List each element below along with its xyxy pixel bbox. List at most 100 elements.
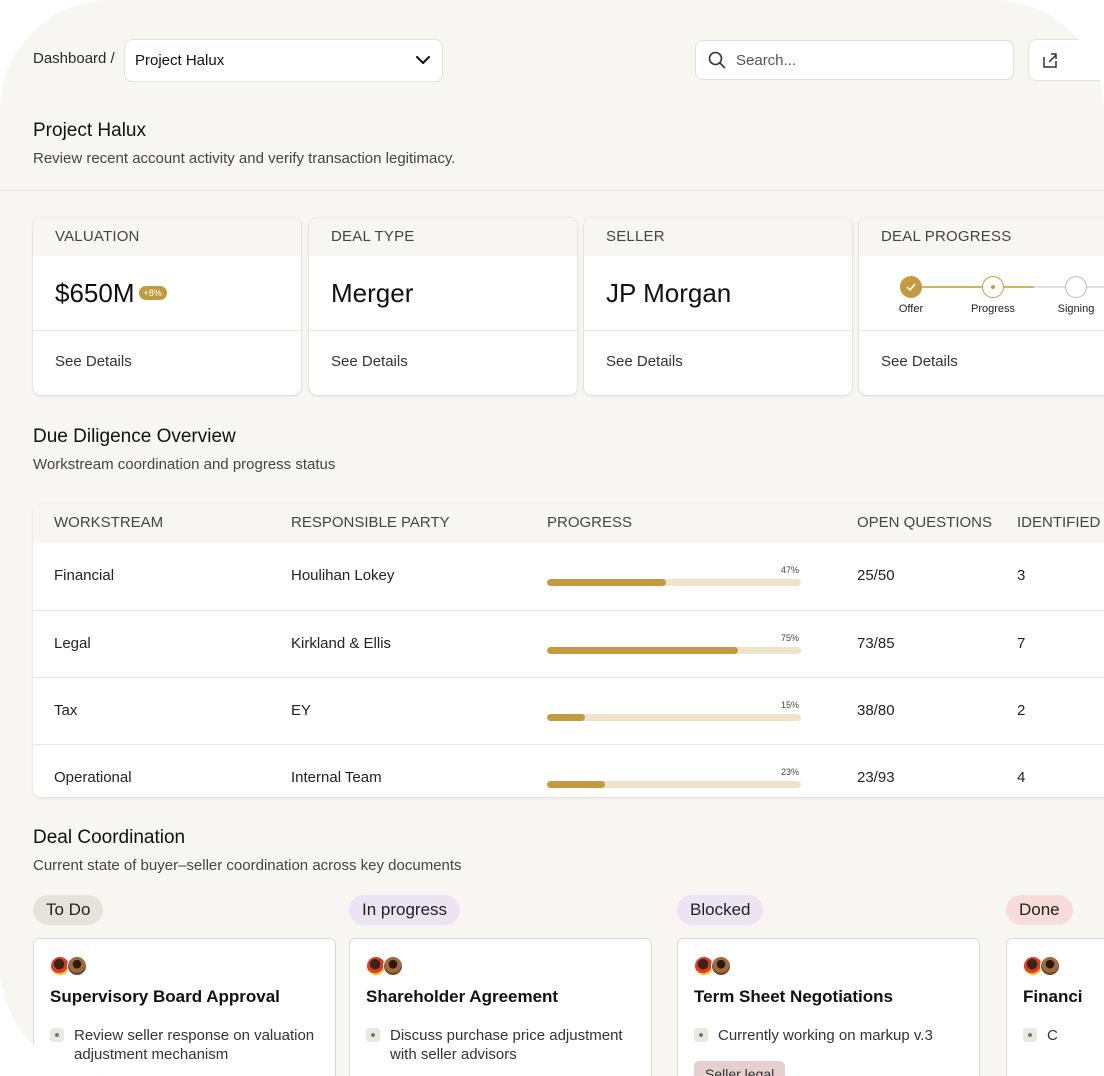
see-details-link[interactable]: See Details: [859, 331, 1104, 392]
bullet-icon: [366, 1028, 380, 1042]
table-row[interactable]: Operational Internal Team 23% 23/93 4: [33, 744, 1104, 797]
card-value: Merger: [309, 256, 577, 331]
column-todo-pill: To Do: [33, 895, 104, 925]
card-value: $650M +8%: [33, 256, 301, 331]
task-card[interactable]: Supervisory Board Approval Review seller…: [33, 938, 336, 1076]
task-title: Shareholder Agreement: [366, 987, 559, 1006]
task-item: Currently working on markup v.3: [694, 1026, 968, 1045]
card-label: SELLER: [584, 218, 852, 256]
deal-progress-card: DEAL PROGRESS Offer Progress Signing See…: [859, 218, 1104, 395]
page-title: Project Halux: [33, 120, 146, 141]
table-row[interactable]: Financial Houlihan Lokey 47% 25/50 3: [33, 543, 1104, 610]
progress-bar-fill: [547, 647, 738, 654]
avatar: [383, 956, 403, 976]
search-input[interactable]: Search...: [695, 40, 1014, 80]
cell-party: EY: [291, 702, 312, 719]
see-details-link[interactable]: See Details: [584, 331, 852, 392]
progress-bar-fill: [547, 781, 606, 788]
col-identified[interactable]: IDENTIFIED I: [1017, 514, 1104, 531]
deal-progress-stepper: Offer Progress Signing: [859, 256, 1104, 331]
step-progress-dot: [982, 276, 1004, 298]
cell-workstream: Operational: [54, 769, 132, 786]
col-workstream[interactable]: WORKSTREAM: [54, 514, 163, 531]
cell-open-questions: 25/50: [857, 567, 895, 584]
assignee-avatars: [366, 956, 403, 976]
task-item: C: [1023, 1026, 1104, 1045]
cell-identified: 2: [1017, 702, 1026, 719]
column-done-pill: Done: [1006, 895, 1073, 925]
see-details-link[interactable]: See Details: [33, 331, 301, 392]
task-title: Term Sheet Negotiations: [694, 987, 893, 1006]
deal-coordination-title: Deal Coordination: [33, 827, 186, 848]
workstream-table: WORKSTREAM RESPONSIBLE PARTY PROGRESS OP…: [33, 504, 1104, 797]
card-value: JP Morgan: [584, 256, 852, 331]
project-select[interactable]: Project Halux: [124, 39, 443, 82]
see-details-link[interactable]: See Details: [309, 331, 577, 392]
progress-percent: 15%: [781, 700, 800, 710]
seller-card: SELLER JP Morgan See Details: [584, 218, 852, 395]
cell-identified: 3: [1017, 567, 1026, 584]
task-title: Financi: [1023, 987, 1083, 1006]
progress-percent: 47%: [781, 565, 800, 575]
step-label-progress: Progress: [970, 303, 1016, 315]
step-label-signing: Signing: [1057, 303, 1095, 315]
cell-workstream: Financial: [54, 567, 115, 584]
task-item-text: Currently working on markup v.3: [718, 1027, 933, 1044]
app-frame: Dashboard / Project Halux Search... Proj…: [0, 0, 1104, 1076]
col-responsible-party[interactable]: RESPONSIBLE PARTY: [291, 514, 450, 531]
cell-workstream: Tax: [54, 702, 78, 719]
deal-type-card: DEAL TYPE Merger See Details: [309, 218, 577, 395]
due-diligence-title: Due Diligence Overview: [33, 426, 236, 447]
table-row[interactable]: Legal Kirkland & Ellis 75% 73/85 7: [33, 610, 1104, 677]
task-card[interactable]: Term Sheet Negotiations Currently workin…: [677, 938, 980, 1076]
search-placeholder: Search...: [736, 51, 797, 69]
progress-percent: 23%: [781, 767, 800, 777]
chevron-down-icon: [416, 56, 430, 64]
col-open-questions[interactable]: OPEN QUESTIONS: [857, 514, 992, 531]
top-bar: Dashboard / Project Halux Search...: [33, 39, 1104, 82]
col-progress[interactable]: PROGRESS: [547, 514, 632, 531]
cell-identified: 7: [1017, 635, 1026, 652]
page-header: Project Halux Review recent account acti…: [33, 120, 455, 167]
progress-bar: [547, 781, 801, 788]
task-item: Discuss purchase price adjustment with s…: [366, 1026, 640, 1064]
progress-bar: [547, 714, 801, 721]
cell-party: Kirkland & Ellis: [291, 635, 392, 652]
check-icon: [906, 283, 916, 291]
table-header: WORKSTREAM RESPONSIBLE PARTY PROGRESS OP…: [33, 504, 1104, 543]
task-tag: Seller legal: [694, 1061, 786, 1076]
card-label: VALUATION: [33, 218, 301, 256]
deal-coordination-subtitle: Current state of buyer–seller coordinati…: [33, 857, 462, 874]
due-diligence-subtitle: Workstream coordination and progress sta…: [33, 456, 336, 473]
bullet-icon: [1023, 1028, 1037, 1042]
table-row[interactable]: Tax EY 15% 38/80 2: [33, 677, 1104, 744]
page-subtitle: Review recent account activity and verif…: [33, 150, 456, 167]
card-label: DEAL TYPE: [309, 218, 577, 256]
column-in-progress-pill: In progress: [349, 895, 461, 925]
task-card[interactable]: Financi C: [1006, 938, 1104, 1076]
step-signing-dot: [1065, 276, 1087, 298]
cell-identified: 4: [1017, 769, 1026, 786]
task-item: Review seller response on valuation adju…: [50, 1026, 324, 1064]
cell-open-questions: 38/80: [857, 702, 895, 719]
breadcrumb-dashboard[interactable]: Dashboard /: [33, 50, 115, 67]
task-item-text: Discuss purchase price adjustment with s…: [390, 1027, 623, 1063]
task-title: Supervisory Board Approval: [50, 987, 280, 1006]
task-card[interactable]: Shareholder Agreement Discuss purchase p…: [349, 938, 652, 1076]
share-button[interactable]: [1028, 39, 1104, 81]
share-icon: [1043, 53, 1057, 68]
cell-open-questions: 23/93: [857, 769, 895, 786]
progress-bar-fill: [547, 714, 586, 721]
search-icon: [708, 51, 726, 69]
step-label-offer: Offer: [898, 303, 924, 315]
progress-bar: [547, 647, 801, 654]
column-blocked-pill: Blocked: [677, 895, 764, 925]
cell-open-questions: 73/85: [857, 635, 895, 652]
cell-party: Houlihan Lokey: [291, 567, 395, 584]
step-offer-dot: [900, 276, 922, 298]
avatar: [67, 956, 87, 976]
progress-percent: 75%: [781, 633, 800, 643]
valuation-value: $650M: [55, 277, 135, 308]
avatar: [1040, 956, 1060, 976]
bullet-icon: [50, 1028, 64, 1042]
